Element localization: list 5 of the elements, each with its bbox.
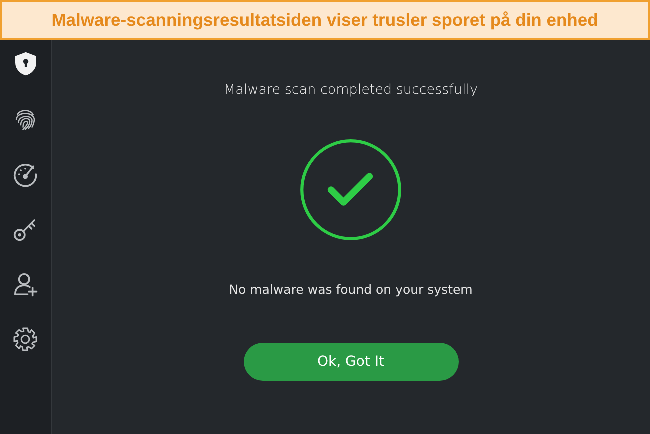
ok-button[interactable]: Ok, Got It: [244, 343, 458, 381]
scan-title: Malware scan completed successfully: [224, 82, 478, 98]
result-message: No malware was found on your system: [229, 282, 473, 297]
success-check-icon: [299, 138, 403, 242]
caption-text: Malware-scanningsresultatsiden viser trusler sporet på din enhed: [52, 10, 598, 30]
